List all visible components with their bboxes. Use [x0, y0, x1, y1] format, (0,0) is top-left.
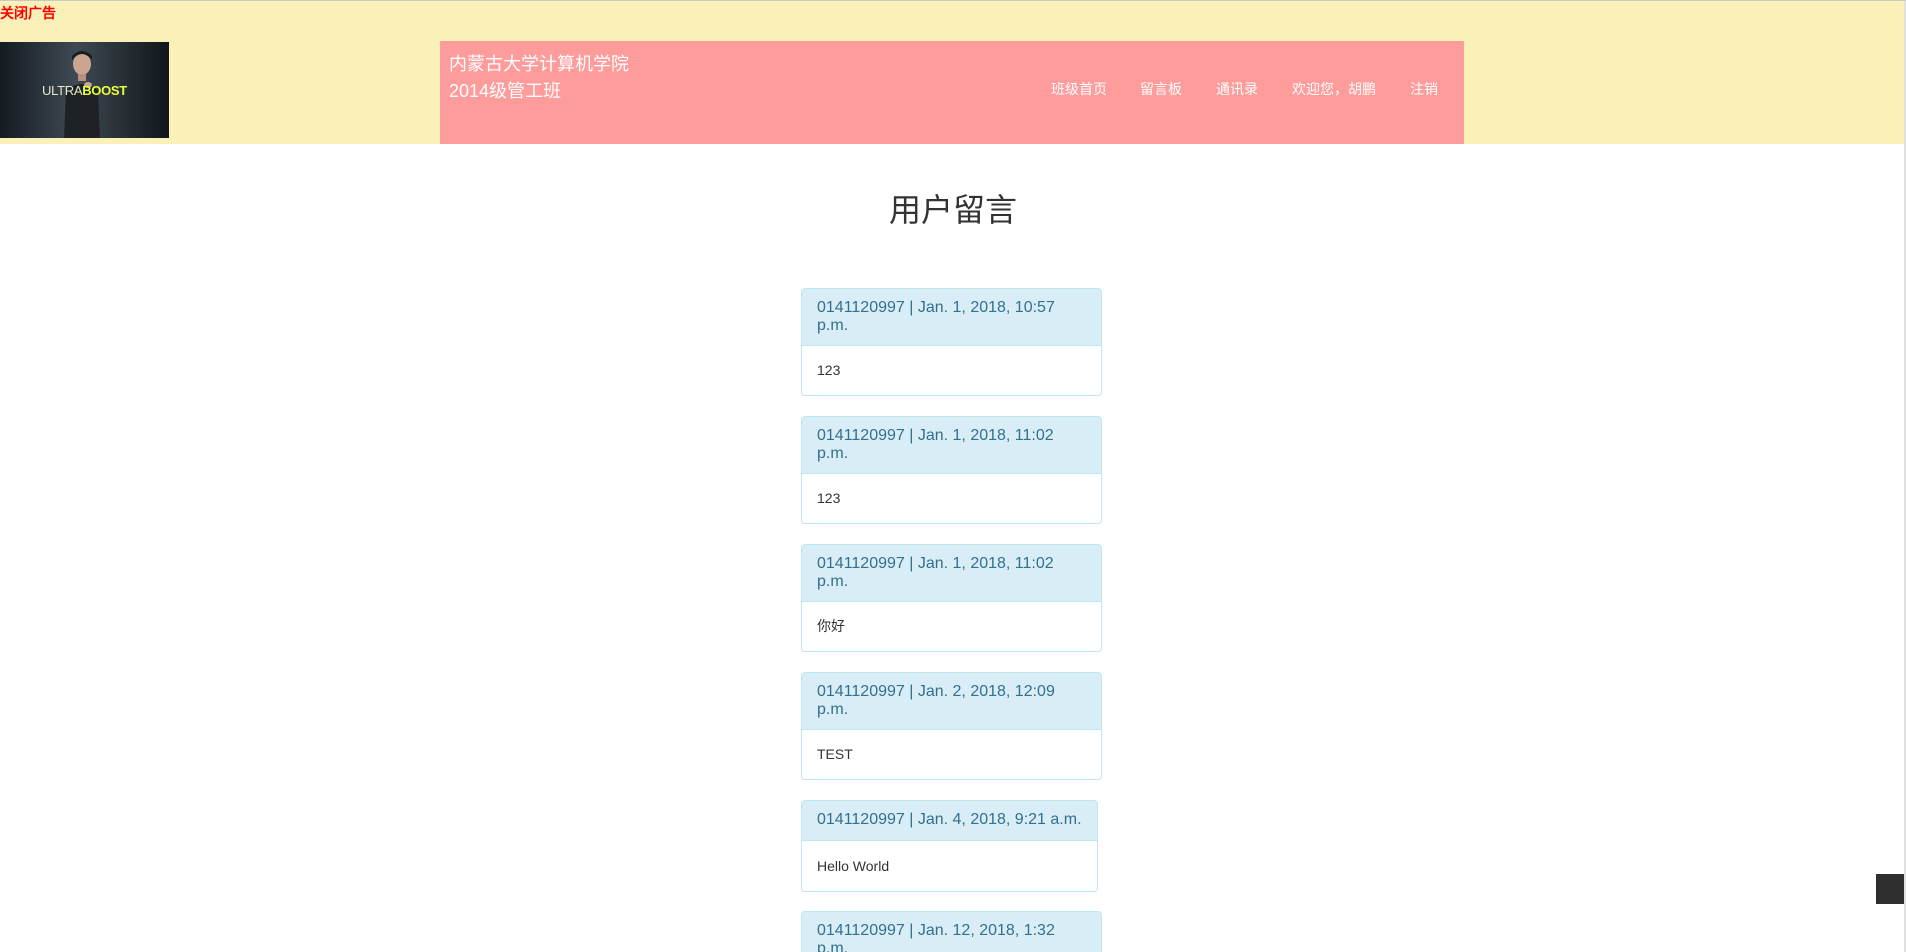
message-panel: 0141120997 | Jan. 4, 2018, 9:21 a.m. Hel…: [801, 800, 1098, 892]
ad-banner[interactable]: ULTRABOOST: [0, 42, 169, 138]
close-ad-link[interactable]: 关闭广告: [0, 5, 56, 21]
message-body: 123: [817, 490, 841, 506]
top-nav: 班级首页 留言板 通讯录 欢迎您，胡鹏 注销: [440, 79, 1464, 99]
message-panel: 0141120997 | Jan. 1, 2018, 10:57 p.m. 12…: [801, 288, 1102, 396]
message-body: 你好: [817, 618, 845, 634]
message-header: 0141120997 | Jan. 4, 2018, 9:21 a.m.: [802, 801, 1097, 841]
page-title: 用户留言: [888, 192, 1017, 228]
message-header: 0141120997 | Jan. 1, 2018, 11:02 p.m.: [802, 417, 1101, 474]
nav-address-book[interactable]: 通讯录: [1216, 79, 1258, 99]
message-panel: 0141120997 | Jan. 1, 2018, 11:02 p.m. 12…: [801, 416, 1102, 524]
message-panel: 0141120997 | Jan. 12, 2018, 1:32 p.m.: [801, 911, 1102, 952]
ad-text-light: ULTRA: [42, 83, 83, 98]
brand-line-1: 内蒙古大学计算机学院: [449, 54, 629, 74]
ad-banner-text: ULTRABOOST: [0, 83, 169, 99]
message-body: TEST: [817, 746, 853, 762]
back-to-top-button[interactable]: [1876, 874, 1906, 904]
nav-welcome-user[interactable]: 欢迎您，胡鹏: [1292, 79, 1376, 99]
nav-home[interactable]: 班级首页: [1051, 79, 1107, 99]
site-header: 内蒙古大学计算机学院 2014级管工班 班级首页 留言板 通讯录 欢迎您，胡鹏 …: [440, 41, 1464, 144]
nav-message-board[interactable]: 留言板: [1140, 79, 1182, 99]
page: 关闭广告 ULTRABOOST 内蒙古大学计算机学院 2014级管工班 班级首页…: [0, 0, 1906, 952]
message-header: 0141120997 | Jan. 1, 2018, 11:02 p.m.: [802, 545, 1101, 602]
message-body: Hello World: [817, 858, 890, 874]
nav-logout[interactable]: 注销: [1410, 79, 1438, 99]
message-header: 0141120997 | Jan. 2, 2018, 12:09 p.m.: [802, 673, 1101, 730]
message-body: 123: [817, 362, 841, 378]
message-panel: 0141120997 | Jan. 2, 2018, 12:09 p.m. TE…: [801, 672, 1102, 780]
ad-text-bold: BOOST: [82, 83, 127, 98]
message-panel: 0141120997 | Jan. 1, 2018, 11:02 p.m. 你好: [801, 544, 1102, 652]
message-header: 0141120997 | Jan. 12, 2018, 1:32 p.m.: [802, 912, 1101, 952]
message-header: 0141120997 | Jan. 1, 2018, 10:57 p.m.: [802, 289, 1101, 346]
